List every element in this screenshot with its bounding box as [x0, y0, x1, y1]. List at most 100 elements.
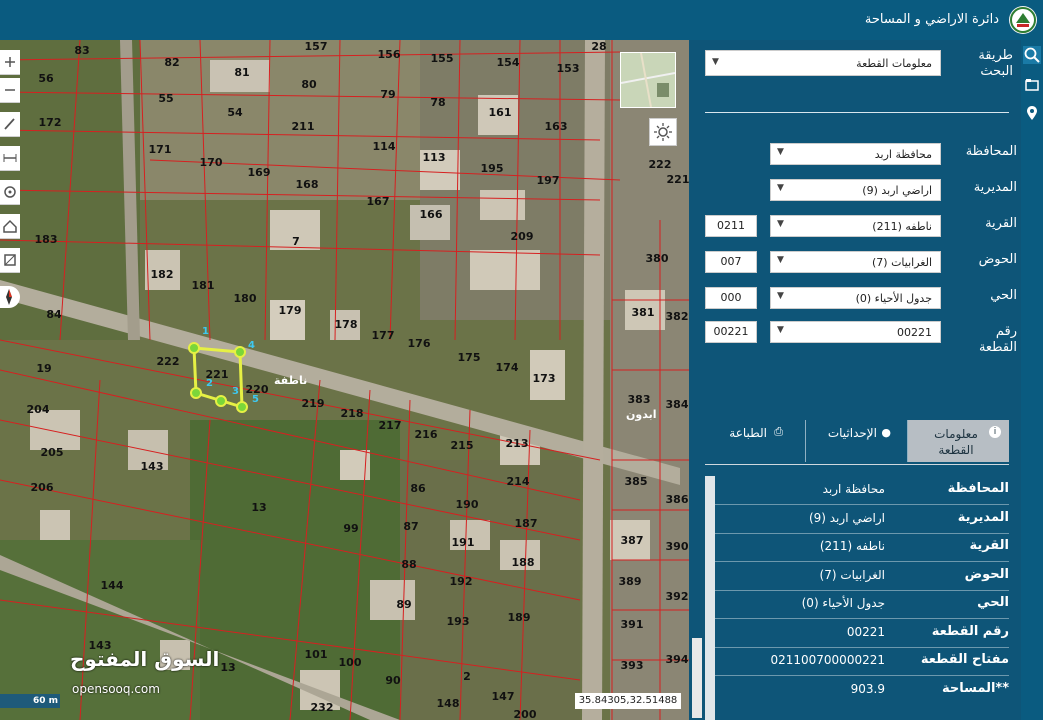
search-method-select[interactable]: ▼ معلومات القطعة	[705, 50, 941, 76]
chevron-down-icon: ▼	[777, 291, 784, 301]
vertex-number-label: 1	[202, 326, 209, 337]
field-label-directorate: المديرية	[973, 180, 1017, 195]
jordan-dls-logo-icon	[1009, 6, 1037, 34]
parcel-number-select[interactable]: ▼ 00221	[770, 321, 941, 343]
governorate-select[interactable]: ▼ محافظة اربد	[770, 143, 941, 165]
parcel-number-label: 7	[292, 235, 300, 248]
parcel-number-label: 28	[591, 40, 606, 53]
panel-divider	[705, 112, 1009, 113]
parcel-number-label: 168	[296, 178, 319, 191]
parcel-number-label: 213	[506, 437, 529, 450]
parcel-number-label: 391	[621, 618, 644, 631]
parcel-number-label: 382	[666, 310, 689, 323]
parcel-number-label: 19	[36, 362, 51, 375]
watermark-arabic: السوق المفتوح	[70, 647, 220, 671]
parcel-number-label: 189	[508, 611, 531, 624]
parcel-number-label: 99	[343, 522, 358, 535]
parcel-number-label: 216	[415, 428, 438, 441]
search-icon[interactable]	[1023, 46, 1041, 64]
zoom-out-icon[interactable]	[0, 78, 20, 103]
parcel-number-label: 176	[408, 337, 431, 350]
parcel-number-label: 88	[401, 558, 416, 571]
parcel-number-label: 79	[380, 88, 395, 101]
parcel-number-label: 2	[463, 670, 471, 683]
parcel-code-input[interactable]: 00221	[705, 321, 757, 343]
measure-icon[interactable]	[0, 146, 20, 171]
brightness-icon[interactable]	[649, 118, 677, 146]
parcel-number-label: 161	[489, 106, 512, 119]
parcel-number-label: 144	[101, 579, 124, 592]
parcel-number-label: 215	[451, 439, 474, 452]
map-canvas[interactable]: 838281157156 155 154 1532856555480797816116…	[0, 40, 689, 720]
right-icon-strip	[1021, 40, 1043, 720]
scrollbar-thumb[interactable]	[692, 638, 702, 718]
info-icon: i	[989, 426, 1001, 438]
parcel-number-label: 78	[430, 96, 445, 109]
parcel-number-label: 218	[341, 407, 364, 420]
search-method-label: طريقة البحث	[978, 48, 1013, 79]
parcel-number-label: 156	[378, 48, 401, 61]
basin-select[interactable]: ▼ الغرابيات (7)	[770, 251, 941, 273]
compass-icon[interactable]	[0, 286, 20, 308]
parcel-number-label: 393	[621, 659, 644, 672]
folder-icon[interactable]	[1023, 76, 1041, 94]
vertex-number-label: 4	[248, 340, 255, 351]
layers-icon[interactable]	[0, 248, 20, 273]
search-panel: طريقة البحث ▼ معلومات القطعة المحافظة ▼ …	[689, 40, 1021, 720]
parcel-number-label: 172	[39, 116, 62, 129]
parcel-number-label: 195	[481, 162, 504, 175]
zoom-in-icon[interactable]	[0, 50, 20, 75]
map-view[interactable]: 83 82 81 157 156 155 154 153 28 56 55 54 80 79 78 161 16…	[0, 40, 689, 720]
target-icon[interactable]	[0, 180, 20, 205]
app-title: دائرة الاراضي و المساحة	[864, 12, 999, 27]
home-icon[interactable]	[0, 214, 20, 239]
opensooq-watermark: السوق المفتوح opensooq.com	[70, 647, 219, 701]
village-select[interactable]: ▼ ناطفه (211)	[770, 215, 941, 237]
coordinates-readout: 35.84305,32.51488	[575, 693, 681, 709]
parcel-number-label: 113	[423, 151, 446, 164]
chevron-down-icon: ▼	[712, 57, 719, 67]
location-pin-icon[interactable]	[1023, 104, 1041, 122]
field-label-district: الحي	[990, 288, 1017, 303]
parcel-number-label: 190	[456, 498, 479, 511]
tab-parcel-info[interactable]: معلومات القطعة i	[908, 420, 1009, 462]
pencil-icon[interactable]	[0, 112, 20, 137]
parcel-number-label: 193	[447, 615, 470, 628]
parcel-number-label: 167	[367, 195, 390, 208]
parcel-number-label: 197	[537, 174, 560, 187]
panel-scrollbar[interactable]	[689, 40, 703, 720]
parcel-number-label: 154	[497, 56, 520, 69]
parcel-number-label: 143	[141, 460, 164, 473]
street-label: ناطفة	[274, 374, 307, 387]
village-code-input[interactable]: 0211	[705, 215, 757, 237]
parcel-info-table: المحافظة محافظة اربد المديرية اراضي اربد…	[705, 476, 1019, 720]
vertex-number-label: 2	[206, 378, 213, 389]
parcel-number-label: 89	[396, 598, 411, 611]
parcel-number-label: 163	[545, 120, 568, 133]
parcel-number-label: 183	[35, 233, 58, 246]
parcel-number-label: 174	[496, 361, 519, 374]
table-row: الحي جدول الأحياء (0)	[715, 590, 1009, 619]
chevron-down-icon: ▼	[777, 255, 784, 265]
directorate-select[interactable]: ▼ اراضي اربد (9)	[770, 179, 941, 201]
tab-coordinates[interactable]: الإحداثيات ●	[806, 420, 907, 462]
chevron-down-icon: ▼	[777, 147, 784, 157]
parcel-number-label: 182	[151, 268, 174, 281]
parcel-number-label: 200	[514, 708, 537, 720]
basin-code-input[interactable]: 007	[705, 251, 757, 273]
parcel-number-label: 387	[621, 534, 644, 547]
map-annotation: ابدون	[626, 408, 656, 421]
district-select[interactable]: ▼ جدول الأحياء (0)	[770, 287, 941, 309]
parcel-number-label: 166	[420, 208, 443, 221]
parcel-number-label: 179	[279, 304, 302, 317]
district-code-input[interactable]: 000	[705, 287, 757, 309]
parcel-number-label: 87	[403, 520, 418, 533]
parcel-number-label: 170	[200, 156, 223, 169]
parcel-number-label: 394	[666, 653, 689, 666]
table-row: مفتاح القطعة 021100700000221	[715, 647, 1009, 676]
overview-minimap[interactable]	[620, 52, 676, 108]
parcel-number-label: 392	[666, 590, 689, 603]
parcel-number-label: 187	[515, 517, 538, 530]
tab-print[interactable]: الطباعة ⎙	[705, 420, 805, 462]
parcel-number-label: 114	[373, 140, 396, 153]
